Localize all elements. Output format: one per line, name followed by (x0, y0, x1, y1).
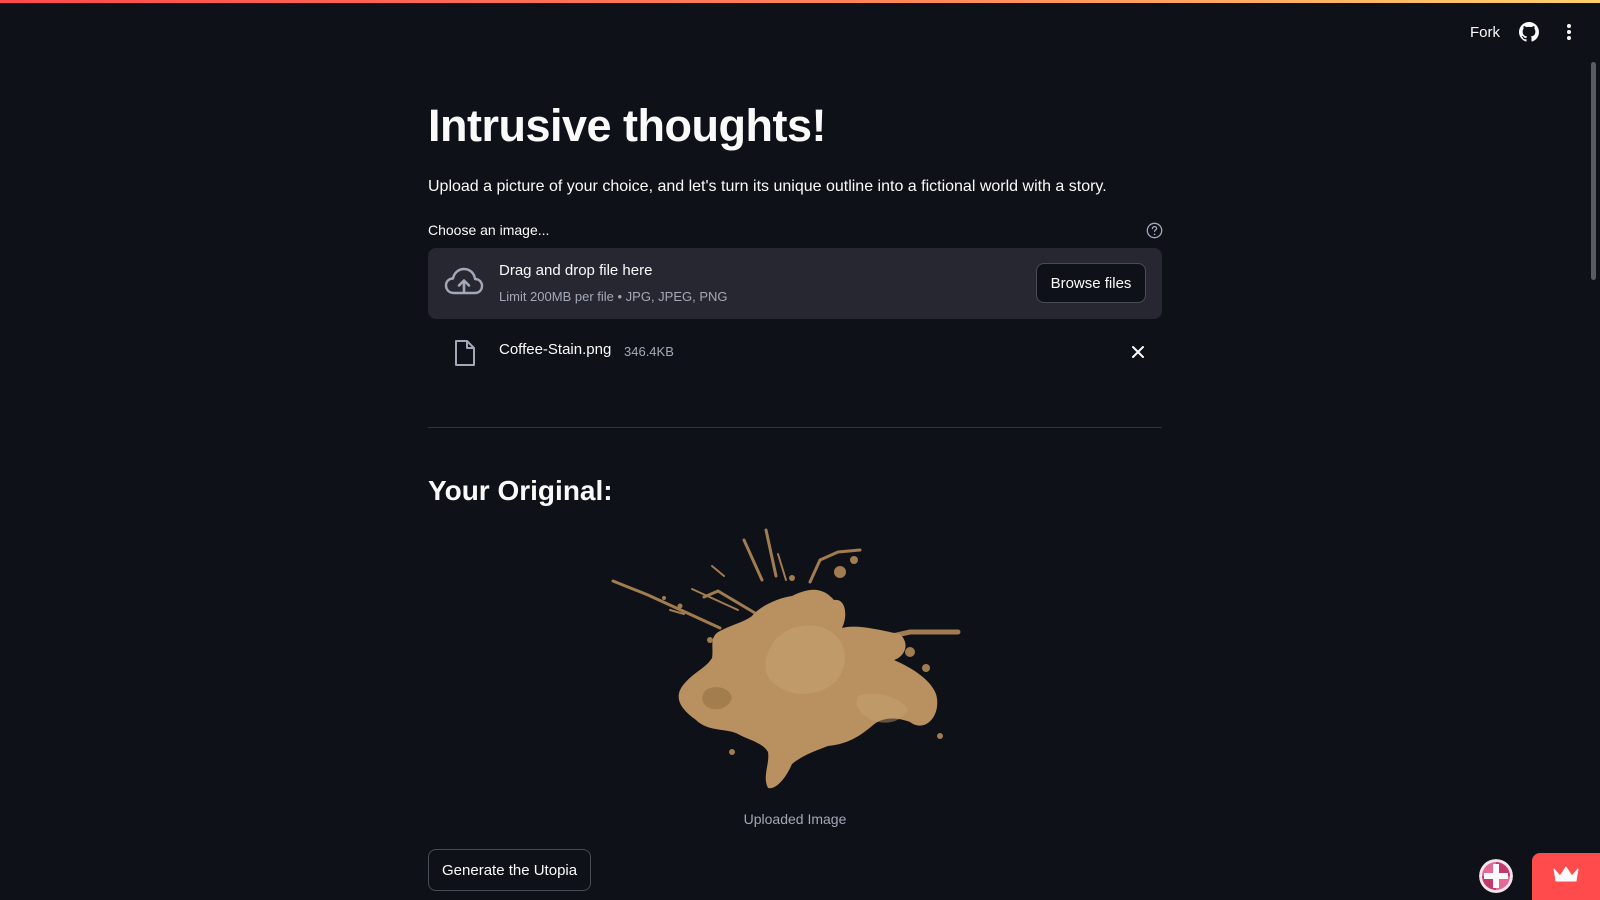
dropzone-limit-text: Limit 200MB per file • JPG, JPEG, PNG (499, 289, 728, 304)
browse-files-button[interactable]: Browse files (1036, 263, 1146, 303)
close-icon[interactable] (1128, 342, 1148, 362)
help-icon[interactable] (1146, 222, 1163, 239)
section-divider (428, 427, 1162, 428)
top-decoration-bar (0, 0, 1600, 3)
dropzone-instructions: Drag and drop file here (499, 262, 653, 279)
file-icon (453, 339, 477, 367)
image-caption: Uploaded Image (743, 811, 847, 827)
github-icon[interactable] (1518, 21, 1540, 43)
uploaded-image (610, 520, 980, 800)
uploaded-file-size: 346.4KB (624, 344, 674, 359)
app-header: Fork (1470, 18, 1580, 46)
cloud-upload-icon (444, 266, 484, 300)
file-uploader-label: Choose an image... (428, 222, 550, 238)
generate-utopia-button[interactable]: Generate the Utopia (428, 849, 592, 891)
scrollbar[interactable] (1591, 62, 1596, 280)
avatar[interactable] (1479, 859, 1513, 893)
file-dropzone[interactable]: Drag and drop file here Limit 200MB per … (428, 248, 1162, 319)
page-title: Intrusive thoughts! (428, 100, 826, 151)
page-description: Upload a picture of your choice, and let… (428, 178, 1107, 195)
uploaded-file-row: Coffee-Stain.png 346.4KB (428, 336, 1162, 372)
uploaded-file-name: Coffee-Stain.png (499, 341, 612, 358)
crown-badge[interactable] (1532, 853, 1600, 900)
more-vertical-icon[interactable] (1558, 21, 1580, 43)
fork-link[interactable]: Fork (1470, 24, 1500, 41)
crown-icon (1552, 865, 1580, 888)
original-subheader: Your Original: (428, 475, 613, 506)
